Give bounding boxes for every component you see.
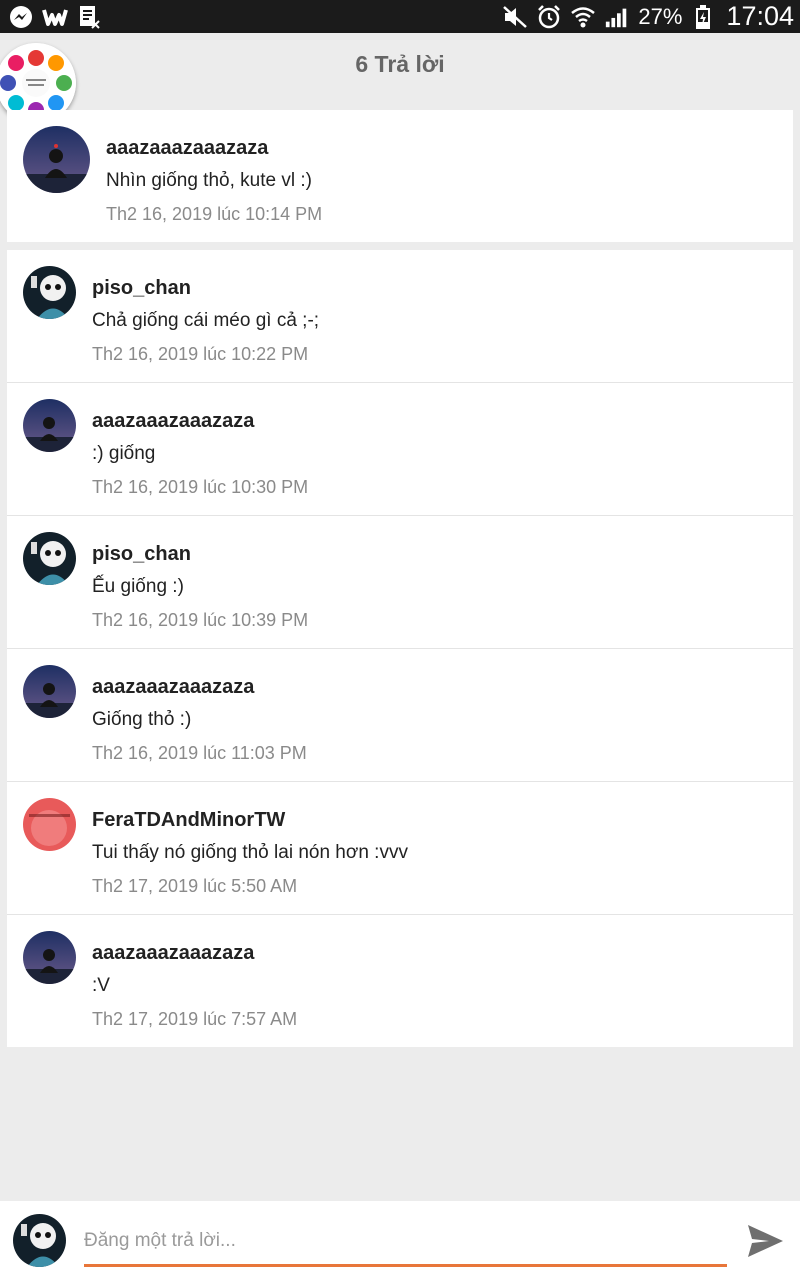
reply-item: FeraTDAndMinorTW Tui thấy nó giống thỏ l… <box>7 782 793 915</box>
reply-item: aaazaaazaaazaza Giống thỏ :) Th2 16, 201… <box>7 649 793 782</box>
reply-list: piso_chan Chả giống cái méo gì cả ;-; Th… <box>7 250 793 1047</box>
wattpad-icon <box>42 4 68 30</box>
comment-time: Th2 16, 2019 lúc 10:30 PM <box>92 477 309 497</box>
avatar[interactable] <box>23 399 76 452</box>
reply-item: aaazaaazaaazaza :V Th2 17, 2019 lúc 7:57… <box>7 915 793 1048</box>
username[interactable]: aaazaaazaaazaza <box>106 137 268 160</box>
username[interactable]: aaazaaazaaazaza <box>92 942 254 965</box>
battery-percent: 27% <box>638 3 683 29</box>
username[interactable]: aaazaaazaaazaza <box>92 410 254 433</box>
document-icon <box>76 4 102 30</box>
comment-time: Th2 16, 2019 lúc 10:14 PM <box>106 204 323 224</box>
avatar[interactable] <box>23 532 76 585</box>
clock: 17:04 <box>726 1 794 31</box>
comment-time: Th2 16, 2019 lúc 11:03 PM <box>92 743 307 763</box>
reply-item: piso_chan Ếu giống :) Th2 16, 2019 lúc 1… <box>7 516 793 649</box>
avatar[interactable] <box>23 266 76 319</box>
comment-text: :V <box>92 975 110 996</box>
reply-input[interactable] <box>84 1223 727 1267</box>
comment-text: :) giống <box>92 443 156 464</box>
alarm-icon <box>536 4 562 30</box>
avatar[interactable] <box>23 931 76 984</box>
reply-item: piso_chan Chả giống cái méo gì cả ;-; Th… <box>7 250 793 383</box>
avatar <box>13 1214 66 1267</box>
mute-icon <box>502 4 528 30</box>
header: 6 Trả lời <box>0 33 800 123</box>
username[interactable]: piso_chan <box>92 543 191 566</box>
avatar[interactable] <box>23 798 76 851</box>
username[interactable]: aaazaaazaaazaza <box>92 676 254 699</box>
comment-time: Th2 17, 2019 lúc 7:57 AM <box>92 1009 298 1029</box>
reply-composer <box>0 1201 800 1280</box>
username[interactable]: piso_chan <box>92 277 191 300</box>
comment-text: Ếu giống :) <box>92 576 184 597</box>
username[interactable]: FeraTDAndMinorTW <box>92 809 285 832</box>
battery-icon <box>690 4 716 30</box>
comment-time: Th2 16, 2019 lúc 10:39 PM <box>92 610 309 630</box>
comment-text: Giống thỏ :) <box>92 709 192 730</box>
comment-time: Th2 16, 2019 lúc 10:22 PM <box>92 344 309 364</box>
comment-text: Tui thấy nó giống thỏ lai nón hơn :vvv <box>92 842 408 863</box>
reply-item: aaazaaazaaazaza :) giống Th2 16, 2019 lú… <box>7 383 793 516</box>
avatar[interactable] <box>23 126 90 193</box>
page-title: 6 Trả lời <box>355 51 445 77</box>
signal-icon <box>604 4 630 30</box>
parent-comment: aaazaaazaaazaza Nhìn giống thỏ, kute vl … <box>7 110 793 242</box>
messenger-icon <box>8 4 34 30</box>
wifi-icon <box>570 4 596 30</box>
comment-text: Chả giống cái méo gì cả ;-; <box>92 310 320 331</box>
avatar[interactable] <box>23 665 76 718</box>
comment-time: Th2 17, 2019 lúc 5:50 AM <box>92 876 298 896</box>
send-icon[interactable] <box>745 1221 785 1261</box>
status-bar: 27% 17:04 <box>0 0 800 33</box>
comment-text: Nhìn giống thỏ, kute vl :) <box>106 170 312 191</box>
